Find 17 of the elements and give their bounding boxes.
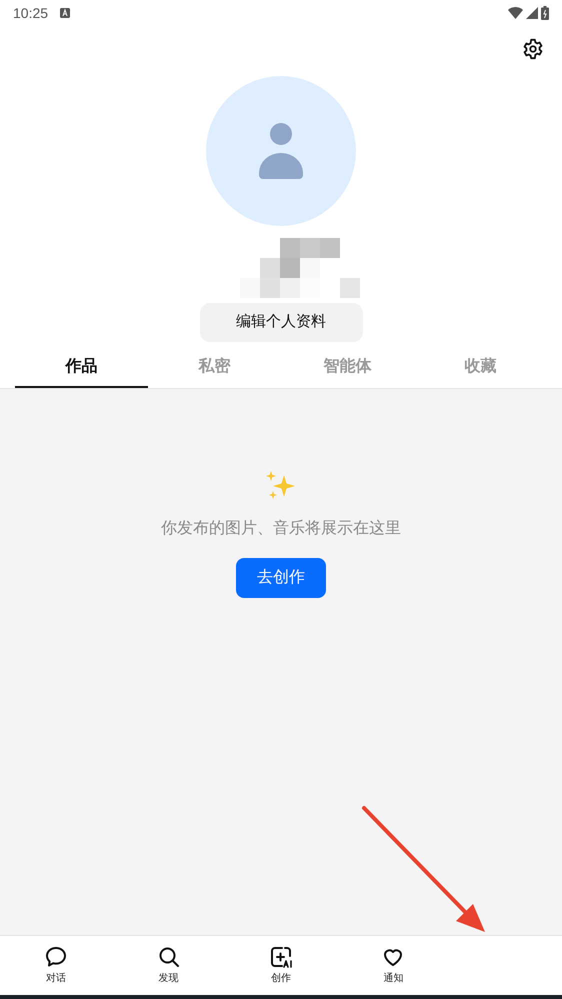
nav-tab[interactable]: 发现 — [112, 936, 225, 995]
person-icon — [259, 123, 303, 179]
settings-icon[interactable] — [522, 38, 544, 60]
search-icon — [156, 945, 181, 969]
create-button[interactable]: 去创作 — [236, 558, 326, 598]
empty-message: 你发布的图片、音乐将展示在这里 — [161, 518, 401, 539]
notification-icon — [60, 8, 70, 18]
nav-tab[interactable]: 通知 — [337, 936, 450, 995]
battery-icon — [541, 6, 549, 20]
signal-icon — [526, 7, 538, 19]
edit-profile-button[interactable]: 编辑个人资料 — [200, 303, 362, 342]
status-time: 10:25 — [13, 4, 48, 22]
nav-tab[interactable]: 对话 — [0, 936, 112, 995]
nav-tab[interactable]: 创作 — [224, 936, 338, 995]
add-ai-icon — [268, 945, 293, 969]
wifi-icon — [508, 7, 523, 19]
speech-bubble-icon — [44, 945, 68, 969]
